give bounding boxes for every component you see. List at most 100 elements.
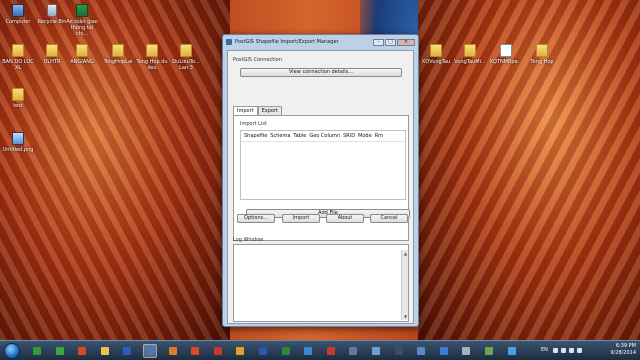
media-app-taskbar-button[interactable] [166, 344, 180, 358]
cancel-button[interactable]: Cancel [370, 214, 408, 223]
viewer-app-taskbar-button[interactable] [414, 344, 428, 358]
desktop-icon[interactable]: Untitled.png [0, 132, 36, 153]
photoshop-app-taskbar-button[interactable] [256, 344, 270, 358]
start-button[interactable] [4, 343, 20, 359]
scroll-down-arrow-icon[interactable]: ▼ [403, 314, 408, 319]
postgis-app-icon [226, 39, 232, 45]
import-list-label: Import List [240, 121, 267, 127]
excel-app-taskbar-button[interactable] [279, 344, 293, 358]
folder-icon [46, 44, 58, 57]
folder-icon [464, 44, 476, 57]
column-shapefile[interactable]: Shapefile [244, 133, 267, 139]
battery-icon[interactable] [577, 348, 582, 353]
explorer-app-taskbar-button[interactable] [98, 344, 112, 358]
volume-icon[interactable] [569, 348, 574, 353]
column-mode[interactable]: Mode [358, 133, 372, 139]
coccoc-app-taskbar-button[interactable] [53, 344, 67, 358]
minimize-button[interactable]: – [373, 38, 384, 46]
mapinfo-app-icon [78, 347, 87, 355]
ie-app-taskbar-button[interactable] [437, 344, 451, 358]
dialog-title: PostGIS Shapefile Import/Export Manager [235, 39, 339, 45]
qgis-app-taskbar-button[interactable] [482, 344, 496, 358]
desktop-icon[interactable]: DuLieuTo... Lan 3 [168, 44, 204, 71]
desktop-icon[interactable]: TongHopLai [100, 44, 136, 65]
folder-icon [180, 44, 192, 57]
winamp-app-icon [191, 347, 200, 355]
pgadmin-app-taskbar-button[interactable] [346, 344, 360, 358]
foxit-app-taskbar-button[interactable] [211, 344, 225, 358]
log-window-label: Log Window [233, 237, 264, 243]
desktop-icon-label: Tong Hop du lieu [136, 59, 168, 71]
column-srid[interactable]: SRID [343, 133, 355, 139]
desktop-icon-label: XQVungTau [421, 59, 451, 65]
postgis-dialog: PostGIS Shapefile Import/Export Manager … [222, 34, 419, 327]
language-indicator[interactable]: EN [541, 347, 548, 353]
pgadmin-app-icon [349, 347, 358, 355]
network-icon[interactable] [561, 348, 566, 353]
desktop-icon[interactable]: XQVungTau [418, 44, 454, 65]
column-table[interactable]: Table [293, 133, 306, 139]
word-app-taskbar-button[interactable] [120, 344, 134, 358]
chrome-like-app-taskbar-button[interactable] [30, 344, 44, 358]
coccoc-app-icon [55, 347, 64, 355]
terminal-app-taskbar-button[interactable] [392, 344, 406, 358]
log-scrollbar[interactable]: ▲ ▼ [401, 250, 408, 320]
folder-icon [76, 44, 88, 57]
flag-icon[interactable] [553, 348, 558, 353]
doc-icon [500, 44, 512, 57]
ie-app-icon [439, 347, 448, 355]
explorer-app-icon [100, 347, 109, 355]
tab-export[interactable]: Export [257, 106, 282, 115]
view-connection-button[interactable]: View connection details... [240, 68, 402, 77]
mapinfo-app-taskbar-button[interactable] [75, 344, 89, 358]
folder-icon [12, 88, 24, 101]
folder-icon [112, 44, 124, 57]
maps-app-taskbar-button[interactable] [301, 344, 315, 358]
desktop-icon[interactable]: Computer [0, 4, 36, 25]
chrome-like-app-icon [33, 347, 41, 355]
dialog-titlebar[interactable]: PostGIS Shapefile Import/Export Manager … [223, 35, 418, 49]
media-app-icon [168, 347, 177, 355]
filezilla-app-taskbar-button[interactable] [324, 344, 338, 358]
desktop-icon[interactable]: BAN DO LOC XL [0, 44, 36, 71]
clock[interactable]: 6:39 PM 9/28/2014 [610, 343, 636, 357]
dialog-client: PostGIS Connection View connection detai… [227, 50, 414, 324]
maps-app-icon [304, 347, 313, 355]
desktop-icon-label: Recycle Bin [37, 19, 67, 25]
column-rm[interactable]: Rm [375, 133, 383, 139]
import-list-table[interactable]: Shapefile Schema Table Geo Column SRID M… [240, 130, 406, 200]
import-button[interactable]: Import [282, 214, 320, 223]
desktop-icon[interactable]: Tong Hop [524, 44, 560, 65]
desktop-icon[interactable]: XQTNMBpe... [488, 44, 524, 65]
xls-icon [76, 4, 88, 17]
close-button[interactable]: ✕ [397, 38, 415, 46]
postgis-app-taskbar-button[interactable] [143, 344, 157, 358]
notepad-app-icon [372, 347, 380, 355]
winamp-app-taskbar-button[interactable] [188, 344, 202, 358]
notepad-app-taskbar-button[interactable] [369, 344, 383, 358]
options-button[interactable]: Options... [237, 214, 275, 223]
word-app-icon [123, 347, 132, 355]
desktop-icon[interactable]: Tong Hop du lieu [134, 44, 170, 71]
log-window[interactable]: ▲ ▼ [233, 244, 409, 322]
paint-app-taskbar-button[interactable] [233, 344, 247, 358]
column-schema[interactable]: Schema [270, 133, 290, 139]
img-icon [12, 132, 24, 145]
desktop-icon[interactable]: An toàn giao thông tài chi... [64, 4, 100, 37]
ie2-app-taskbar-button[interactable] [505, 344, 519, 358]
desktop-icon-label: BAN DO LOC XL [2, 59, 34, 71]
taskbar: EN 6:39 PM 9/28/2014 [0, 340, 640, 360]
desktop-icon-label: DuLieuTo... Lan 3 [172, 59, 200, 71]
column-geo-column[interactable]: Geo Column [309, 133, 340, 139]
ie2-app-icon [507, 347, 516, 355]
scroll-up-arrow-icon[interactable]: ▲ [403, 251, 408, 256]
folder-icon [12, 44, 24, 57]
desktop-icon[interactable]: ANGIANG [64, 44, 100, 65]
about-button[interactable]: About [326, 214, 364, 223]
photoshop-app-icon [259, 347, 267, 355]
tool-app-taskbar-button[interactable] [459, 344, 473, 358]
maximize-button[interactable]: □ [385, 38, 396, 46]
desktop-icon[interactable]: test [0, 88, 36, 109]
qgis-app-icon [485, 347, 493, 355]
desktop-icon[interactable]: VungTauMi... [452, 44, 488, 65]
